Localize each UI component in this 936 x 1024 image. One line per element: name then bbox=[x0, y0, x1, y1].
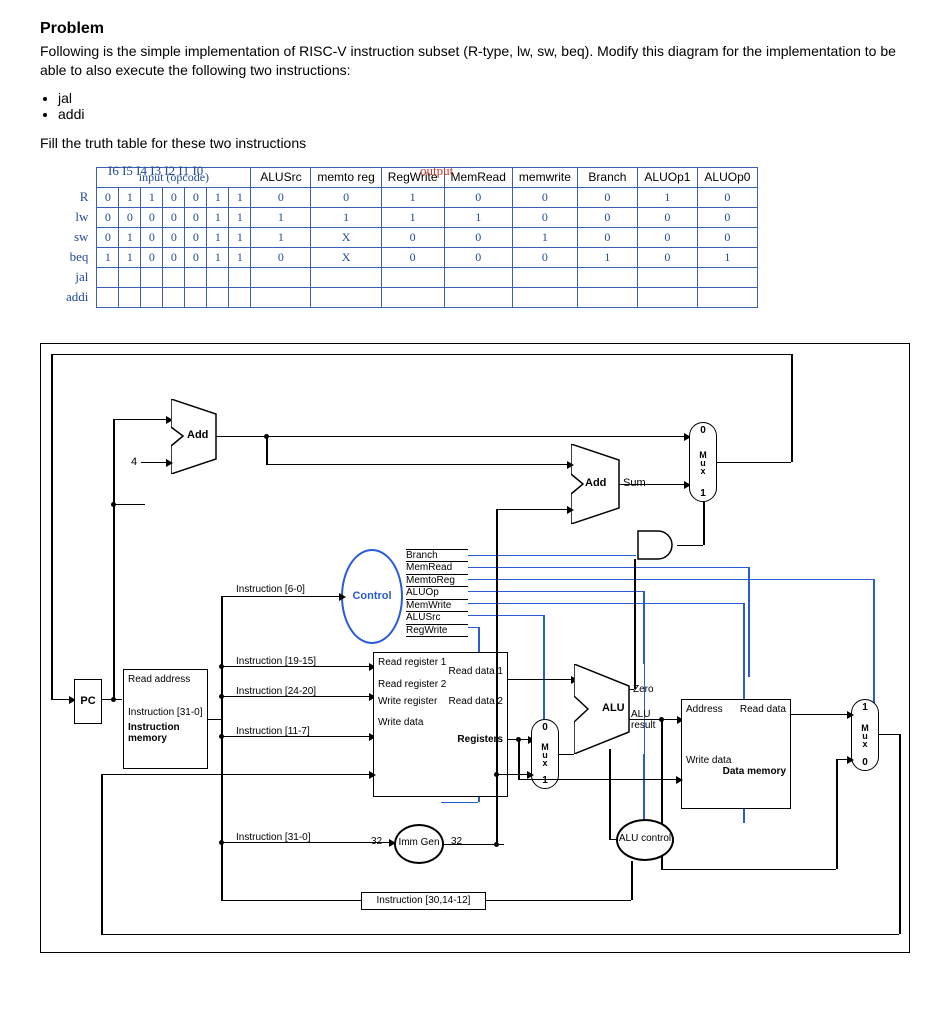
mux-memtoreg: 1 Mux 0 bbox=[851, 699, 879, 771]
col-alusrc: ALUSrc bbox=[251, 167, 311, 187]
alu-control: ALU control bbox=[616, 819, 674, 861]
table-row: sw 0 1 0 0 0 1 1 1 X 0 0 1 0 0 0 bbox=[60, 227, 757, 247]
imem-title: Instruction memory bbox=[128, 722, 203, 744]
mux-pc-src: 0 Mux 1 bbox=[689, 422, 717, 502]
col-aluop1: ALUOp1 bbox=[637, 167, 697, 187]
pc-block: PC bbox=[74, 679, 102, 724]
row-name: lw bbox=[60, 207, 97, 227]
const-4: 4 bbox=[131, 456, 137, 468]
row-name: beq bbox=[60, 247, 97, 267]
alu-zero-label: Zero bbox=[633, 684, 654, 695]
row-name: jal bbox=[60, 267, 97, 287]
col-branch: Branch bbox=[577, 167, 637, 187]
truth-table-container: I6 I5 I4 I3 I2 I1 I0 output . input (opc… bbox=[60, 167, 896, 308]
col-memtoreg: memto reg bbox=[311, 167, 381, 187]
output-header: output . bbox=[420, 163, 460, 179]
row-name: addi bbox=[60, 287, 97, 307]
imm-gen: Imm Gen bbox=[394, 824, 444, 864]
bits-header: I6 I5 I4 I3 I2 I1 I0 bbox=[108, 163, 203, 179]
data-memory: Address Read data Write data Data memory bbox=[681, 699, 791, 809]
bits32a-label: 32 bbox=[371, 836, 382, 847]
col-aluop0: ALUOp0 bbox=[697, 167, 757, 187]
register-file: Read register 1 Read data 1 Read registe… bbox=[373, 652, 508, 797]
sum-label: Sum bbox=[623, 477, 646, 489]
list-item: addi bbox=[58, 106, 896, 122]
instr-30-14-12-label: Instruction [30,14-12] bbox=[361, 892, 486, 910]
control-signals: Branch MemRead MemtoReg ALUOp MemWrite A… bbox=[406, 549, 468, 638]
instr-bus-label: Instruction [31-0] bbox=[128, 707, 203, 718]
datapath-diagram: PC Read address Instruction [31-0] Instr… bbox=[40, 343, 910, 953]
instruction-memory: Read address Instruction [31-0] Instruct… bbox=[123, 669, 208, 769]
col-memwrite: memwrite bbox=[512, 167, 577, 187]
table-row: lw 0 0 0 0 0 1 1 1 1 1 1 0 0 0 0 bbox=[60, 207, 757, 227]
problem-text-2: Fill the truth table for these two instr… bbox=[40, 134, 896, 153]
problem-heading: Problem bbox=[40, 20, 896, 38]
and-gate-icon bbox=[636, 529, 680, 561]
row-name: R bbox=[60, 187, 97, 207]
row-name: sw bbox=[60, 227, 97, 247]
read-address-label: Read address bbox=[128, 674, 203, 685]
table-row: R 0 1 1 0 0 1 1 0 0 1 0 0 0 1 0 bbox=[60, 187, 757, 207]
problem-text-1: Following is the simple implementation o… bbox=[40, 42, 896, 80]
instr-6-0-label: Instruction [6-0] bbox=[236, 584, 305, 595]
table-row: jal bbox=[60, 267, 757, 287]
truth-table: input (opcode) ALUSrc memto reg RegWrite… bbox=[60, 167, 758, 308]
table-row: beq 1 1 0 0 0 1 1 0 X 0 0 0 1 0 1 bbox=[60, 247, 757, 267]
control-unit: Control bbox=[341, 549, 403, 644]
instruction-list: jal addi bbox=[58, 90, 896, 122]
table-row: addi bbox=[60, 287, 757, 307]
list-item: jal bbox=[58, 90, 896, 106]
